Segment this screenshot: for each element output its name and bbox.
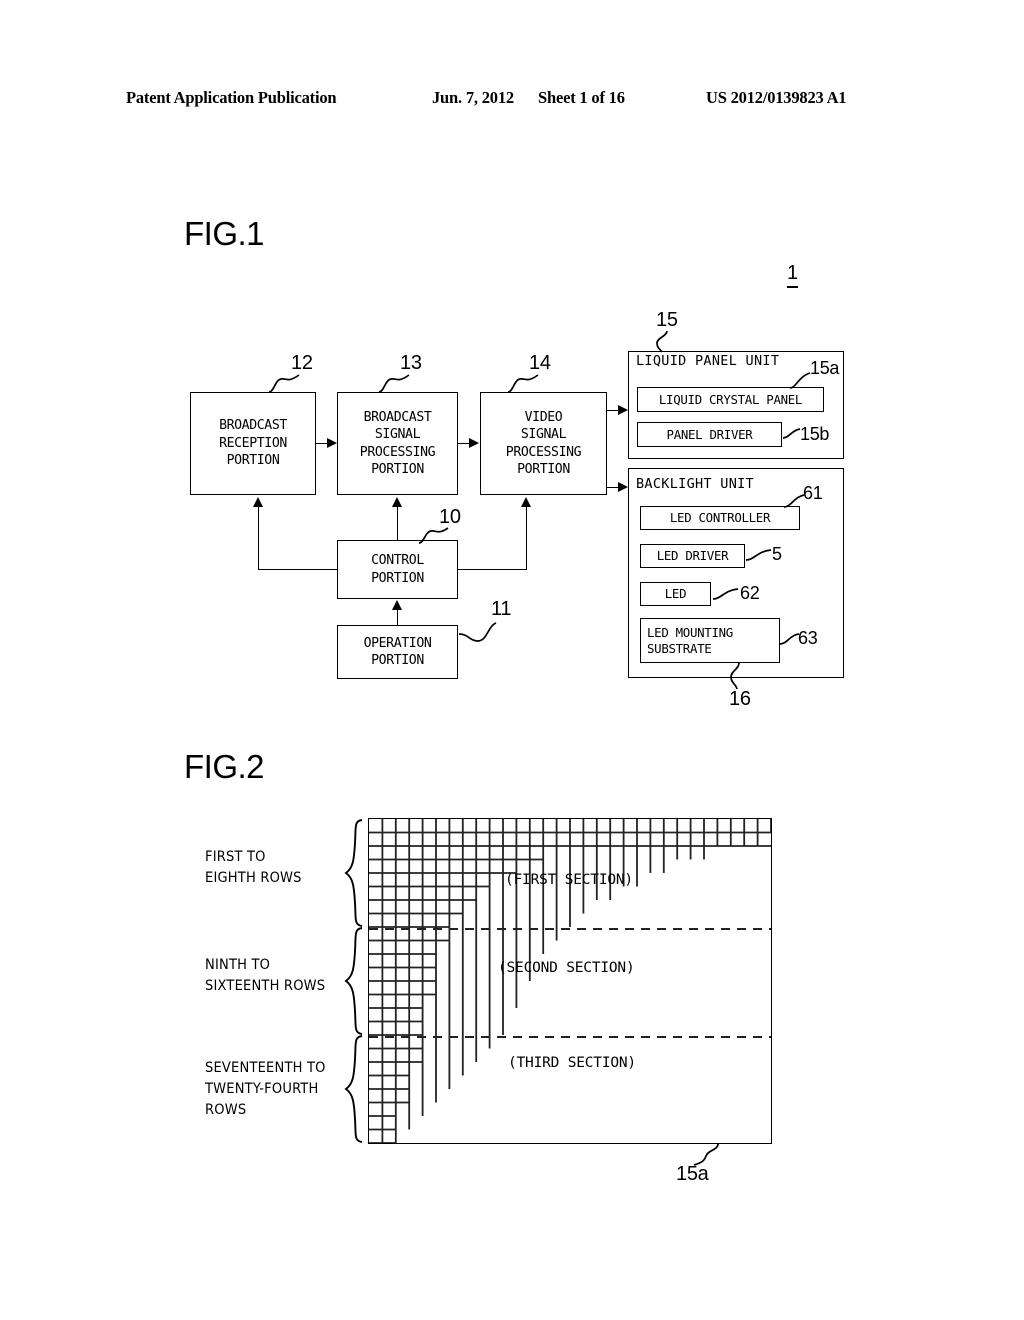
leader-10	[418, 527, 449, 544]
ref-5: 5	[772, 544, 782, 564]
led-driver-label: LED DRIVER	[656, 548, 729, 564]
led-controller-box: LED CONTROLLER	[640, 506, 800, 530]
first-section-label: (FIRST SECTION)	[505, 872, 633, 888]
video-signal-line-3: PROCESSING	[505, 444, 582, 460]
led-mounting-substrate-box: LED MOUNTING SUBSTRATE	[640, 618, 780, 663]
sheet-number: Sheet 1 of 16	[538, 88, 625, 107]
second-section-label: (SECOND SECTION)	[498, 960, 635, 976]
row-group-1-line-2: EIGHTH ROWS	[205, 870, 302, 886]
control-portion-line-1: CONTROL	[371, 553, 424, 568]
operation-portion-line-1: OPERATION	[363, 635, 432, 651]
broadcast-signal-line-3: PROCESSING	[359, 444, 436, 460]
publication-label: Patent Application Publication	[126, 88, 337, 107]
arrow-14-panel	[618, 405, 628, 415]
led-mounting-substrate-line-2: SUBSTRATE	[647, 640, 712, 656]
leader-63	[779, 633, 800, 645]
panel-driver-box: PANEL DRIVER	[637, 422, 782, 447]
video-signal-line-2: SIGNAL	[520, 427, 567, 442]
ref-15: 15	[656, 309, 678, 331]
row-group-3-line-1: SEVENTEENTH TO	[205, 1060, 326, 1076]
led-driver-box: LED DRIVER	[640, 544, 745, 568]
liquid-crystal-panel-box: LIQUID CRYSTAL PANEL	[637, 387, 824, 412]
broadcast-reception-line-1: BROADCAST	[219, 418, 287, 434]
broadcast-reception-portion-box: BROADCAST RECEPTION PORTION	[190, 392, 316, 495]
leader-15b	[782, 428, 801, 439]
connector-control-14-h	[457, 569, 527, 570]
ref-16: 16	[729, 688, 751, 710]
broadcast-signal-line-1: BROADCAST	[363, 409, 432, 425]
backlight-unit-title: BACKLIGHT UNIT	[636, 476, 754, 492]
publication-date: Jun. 7, 2012	[432, 88, 514, 107]
ref-15a: 15a	[810, 358, 840, 378]
connector-control-12-h	[258, 569, 338, 570]
led-label: LED	[664, 586, 687, 602]
arrow-control-12	[253, 497, 263, 507]
row-group-label-2: NINTH TO SIXTEENTH ROWS	[205, 955, 325, 997]
connector-control-14-v	[526, 507, 527, 570]
leader-15a	[789, 372, 811, 389]
leader-16	[730, 662, 740, 690]
ref-15b: 15b	[800, 424, 830, 444]
leader-15a-panel	[693, 1143, 719, 1166]
row-group-3-line-2: TWENTY-FOURTH	[205, 1081, 319, 1097]
ref-system-1: 1	[787, 262, 798, 288]
ref-11: 11	[491, 598, 512, 620]
video-signal-processing-portion-box: VIDEO SIGNAL PROCESSING PORTION	[480, 392, 607, 495]
liquid-crystal-panel-diagram	[368, 818, 772, 1144]
row-group-2-line-2: SIXTEENTH ROWS	[205, 978, 326, 994]
arrow-control-14	[521, 497, 531, 507]
leader-61	[783, 494, 805, 508]
led-mounting-substrate-line-1: LED MOUNTING	[647, 625, 733, 640]
arrow-13-14	[469, 438, 479, 448]
broadcast-signal-line-2: SIGNAL	[374, 427, 421, 442]
leader-15	[656, 330, 668, 353]
row-group-brace-3	[344, 1035, 363, 1143]
panel-driver-label: PANEL DRIVER	[666, 426, 753, 442]
panel-grid	[369, 819, 771, 1143]
operation-portion-box: OPERATION PORTION	[337, 625, 458, 679]
leader-11	[458, 622, 497, 642]
connector-control-12-v	[258, 507, 259, 570]
ref-62: 62	[740, 583, 760, 603]
arrow-operation-control	[392, 600, 402, 610]
led-controller-label: LED CONTROLLER	[669, 510, 771, 526]
led-box: LED	[640, 582, 711, 606]
leader-12	[268, 374, 300, 393]
patent-number: US 2012/0139823 A1	[706, 88, 847, 107]
figure-1-title: FIG.1	[184, 215, 265, 252]
leader-62	[712, 588, 739, 600]
broadcast-reception-line-2: RECEPTION	[219, 435, 287, 451]
page-header: Patent Application Publication Jun. 7, 2…	[0, 88, 1024, 114]
connector-operation-control	[397, 609, 398, 626]
third-section-label: (THIRD SECTION)	[508, 1055, 636, 1071]
operation-portion-line-2: PORTION	[371, 653, 424, 668]
leader-5	[745, 549, 772, 561]
control-portion-box: CONTROL PORTION	[337, 540, 458, 599]
leader-14	[507, 374, 539, 393]
row-group-brace-1	[344, 819, 363, 927]
row-group-3-line-3: ROWS	[205, 1102, 247, 1118]
row-group-label-3: SEVENTEENTH TO TWENTY-FOURTH ROWS	[205, 1058, 326, 1121]
row-group-1-line-1: FIRST TO	[205, 849, 266, 865]
arrow-12-13	[327, 438, 337, 448]
row-group-2-line-1: NINTH TO	[205, 957, 271, 973]
row-group-brace-2	[344, 927, 363, 1035]
broadcast-reception-line-3: PORTION	[226, 453, 280, 469]
liquid-panel-unit-title: LIQUID PANEL UNIT	[636, 353, 780, 369]
arrow-14-backlight	[618, 482, 628, 492]
broadcast-signal-line-4: PORTION	[371, 462, 424, 477]
connector-control-13	[397, 507, 398, 541]
control-portion-line-2: PORTION	[371, 570, 424, 586]
leader-13	[378, 374, 410, 393]
arrow-control-13	[392, 497, 402, 507]
video-signal-line-1: VIDEO	[524, 409, 563, 425]
figure-2-title: FIG.2	[184, 748, 265, 785]
broadcast-signal-processing-portion-box: BROADCAST SIGNAL PROCESSING PORTION	[337, 392, 458, 495]
liquid-crystal-panel-label: LIQUID CRYSTAL PANEL	[658, 391, 803, 407]
video-signal-line-4: PORTION	[517, 462, 570, 477]
row-group-label-1: FIRST TO EIGHTH ROWS	[205, 847, 302, 889]
